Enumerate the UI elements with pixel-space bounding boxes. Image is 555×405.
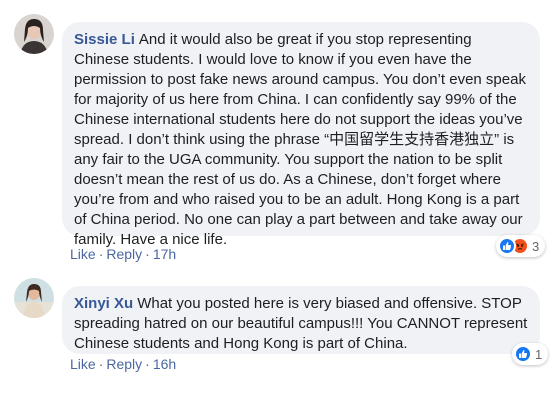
comment-actions: Like · Reply · 17h	[70, 246, 176, 262]
comment-bubble: Xinyi Xu What you posted here is very bia…	[62, 286, 540, 354]
reaction-count: 1	[535, 346, 543, 362]
reaction-summary[interactable]: 3	[496, 235, 546, 257]
comment-text: And it would also be great if you stop r…	[74, 31, 526, 248]
comment-author[interactable]: Xinyi Xu	[74, 295, 133, 312]
reaction-summary[interactable]: 1	[512, 343, 549, 365]
like-button[interactable]: Like	[70, 356, 96, 372]
comment-text: What you posted here is very biased and …	[74, 295, 528, 352]
separator: ·	[98, 356, 104, 372]
avatar[interactable]	[14, 278, 54, 318]
comment-timestamp[interactable]: 16h	[153, 356, 176, 372]
avatar-photo	[14, 14, 54, 54]
reply-button[interactable]: Reply	[106, 356, 142, 372]
like-button[interactable]: Like	[70, 246, 96, 262]
comment-timestamp[interactable]: 17h	[153, 246, 176, 262]
like-icon	[498, 237, 516, 255]
like-icon	[514, 345, 532, 363]
separator: ·	[145, 356, 150, 372]
comment-bubble: Sissie Li And it would also be great if y…	[62, 22, 540, 248]
comment-xinyi-xu: Xinyi Xu What you posted here is very bia…	[0, 270, 555, 405]
reply-button[interactable]: Reply	[106, 246, 142, 262]
avatar[interactable]	[14, 14, 54, 54]
comment-actions: Like · Reply · 16h	[70, 356, 176, 372]
separator: ·	[98, 246, 104, 262]
comment-author[interactable]: Sissie Li	[74, 31, 135, 48]
separator: ·	[145, 246, 150, 262]
comment-sissie-li: Sissie Li And it would also be great if y…	[0, 0, 555, 270]
reaction-count: 3	[532, 238, 540, 254]
avatar-photo	[14, 278, 54, 318]
